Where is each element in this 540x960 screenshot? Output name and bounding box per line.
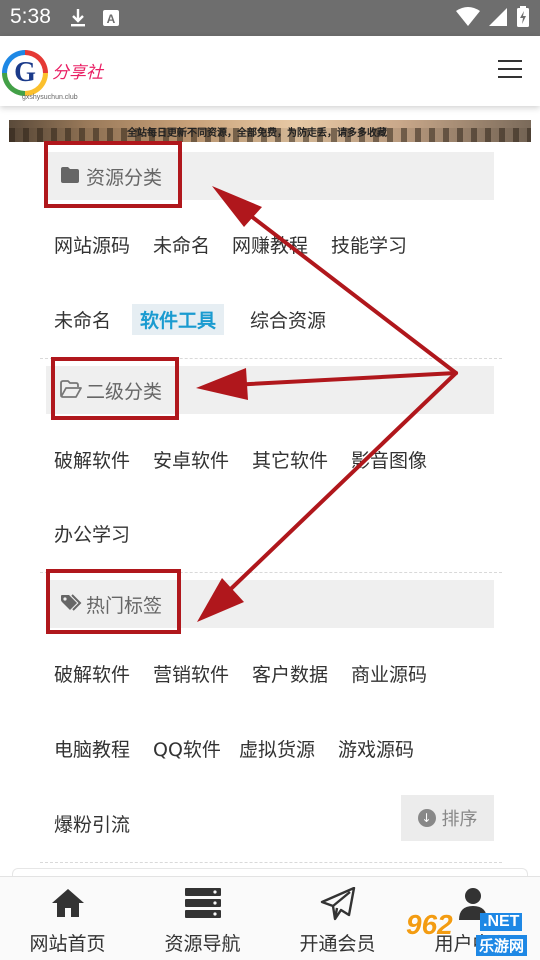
tag-category-6[interactable]: 综合资源 bbox=[250, 306, 326, 333]
wifi-icon bbox=[456, 7, 480, 31]
watermark-net: .NET bbox=[480, 913, 523, 931]
section-divider bbox=[40, 862, 502, 863]
keyboard-a-icon: A bbox=[102, 8, 120, 32]
nav-resources[interactable]: 资源导航 bbox=[135, 877, 270, 960]
tag-category-4[interactable]: 未命名 bbox=[54, 306, 111, 333]
nav-vip-label: 开通会员 bbox=[299, 933, 376, 955]
tag-hot-2[interactable]: 客户数据 bbox=[252, 660, 328, 687]
tag-hot-0[interactable]: 破解软件 bbox=[54, 660, 130, 687]
logo-brand-text: 分享社 bbox=[52, 63, 103, 83]
nav-vip[interactable]: 开通会员 bbox=[270, 877, 405, 960]
server-icon bbox=[184, 887, 222, 923]
tag-hot-7[interactable]: 游戏源码 bbox=[338, 735, 414, 762]
annotation-box-subcategory bbox=[51, 357, 179, 420]
battery-icon bbox=[516, 6, 530, 32]
arrow-down-circle-icon: ↓ bbox=[417, 809, 436, 827]
signal-icon bbox=[488, 7, 508, 31]
tag-subcategory-3[interactable]: 影音图像 bbox=[351, 446, 427, 473]
tag-hot-1[interactable]: 营销软件 bbox=[153, 660, 229, 687]
tag-hot-5[interactable]: QQ软件 bbox=[153, 735, 221, 762]
watermark-logo: 962 .NET 乐游网 bbox=[400, 903, 540, 960]
tag-subcategory-4[interactable]: 办公学习 bbox=[54, 520, 130, 547]
nav-resources-label: 资源导航 bbox=[164, 933, 241, 955]
site-logo[interactable]: G 分享社 gxshysuchun.club bbox=[2, 48, 112, 101]
tag-hot-6[interactable]: 虚拟货源 bbox=[239, 735, 315, 762]
annotation-box-hot-tags bbox=[46, 569, 181, 634]
sort-button-label: 排序 bbox=[441, 809, 478, 830]
tag-hot-4[interactable]: 电脑教程 bbox=[54, 735, 130, 762]
nav-home[interactable]: 网站首页 bbox=[0, 877, 135, 960]
svg-text:A: A bbox=[107, 12, 116, 26]
status-time: 5:38 bbox=[10, 5, 51, 28]
logo-url-text: gxshysuchun.club bbox=[22, 94, 78, 101]
tag-category-active[interactable]: 软件工具 bbox=[132, 304, 225, 335]
tag-hot-8[interactable]: 爆粉引流 bbox=[54, 810, 130, 837]
home-icon bbox=[50, 887, 86, 923]
tag-hot-3[interactable]: 商业源码 bbox=[351, 660, 427, 687]
status-bar: 5:38 A bbox=[0, 0, 540, 36]
tag-category-2[interactable]: 网赚教程 bbox=[232, 231, 308, 258]
download-icon bbox=[70, 8, 86, 32]
tag-category-1[interactable]: 未命名 bbox=[153, 231, 210, 258]
tag-category-0[interactable]: 网站源码 bbox=[54, 231, 130, 258]
sort-button[interactable]: ↓ 排序 bbox=[401, 795, 494, 841]
watermark-site: 乐游网 bbox=[476, 935, 528, 956]
nav-home-label: 网站首页 bbox=[29, 933, 106, 955]
banner-text: 全站每日更新不同资源，全部免费，为防走丢，请多多收藏 bbox=[127, 128, 387, 139]
annotation-box-category bbox=[44, 141, 182, 208]
notice-banner: 全站每日更新不同资源，全部免费，为防走丢，请多多收藏 bbox=[9, 120, 531, 142]
paper-plane-icon bbox=[320, 886, 356, 925]
hamburger-menu-icon[interactable] bbox=[498, 60, 522, 80]
logo-letter: G bbox=[7, 55, 43, 91]
tag-subcategory-2[interactable]: 其它软件 bbox=[252, 446, 328, 473]
site-header: G 分享社 gxshysuchun.club bbox=[0, 36, 540, 106]
tag-subcategory-0[interactable]: 破解软件 bbox=[54, 446, 130, 473]
arrow-line-to-category bbox=[228, 198, 458, 375]
tag-category-3[interactable]: 技能学习 bbox=[331, 231, 407, 258]
watermark-number: 962 bbox=[406, 909, 453, 940]
tag-subcategory-1[interactable]: 安卓软件 bbox=[153, 446, 229, 473]
